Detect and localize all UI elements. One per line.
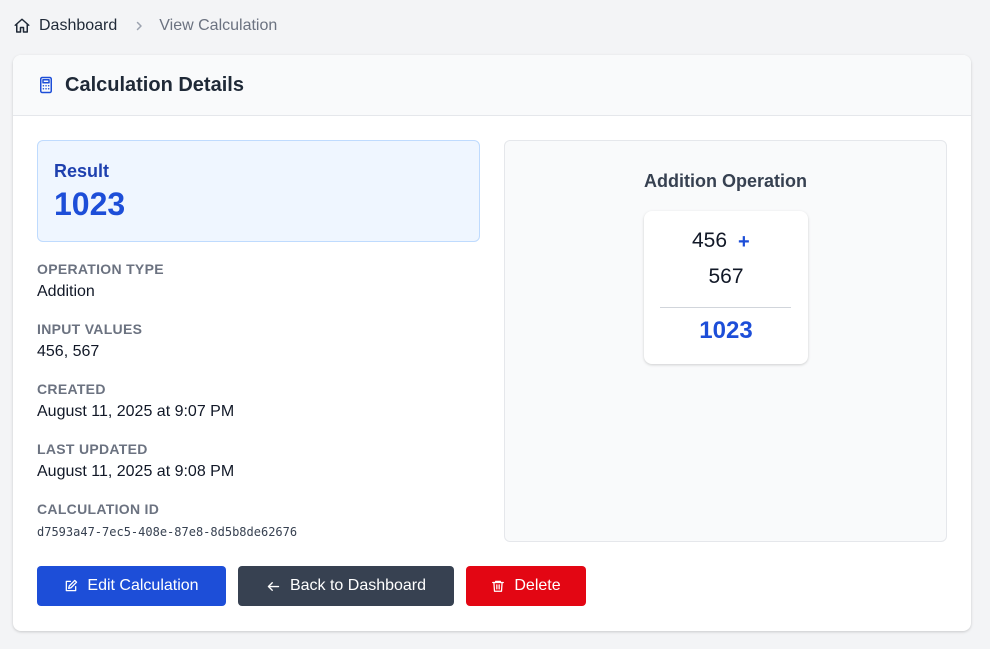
edit-icon <box>64 579 78 593</box>
operation-visualization: Addition Operation 456 + 567 1023 <box>504 140 947 542</box>
delete-button[interactable]: Delete <box>466 566 586 606</box>
field-value: August 11, 2025 at 9:08 PM <box>37 463 235 480</box>
field-created: CREATED August 11, 2025 at 9:07 PM <box>37 381 234 421</box>
edit-button-label: Edit Calculation <box>87 577 199 594</box>
page-title: Calculation Details <box>65 73 244 96</box>
visualization-result: 1023 <box>699 317 753 344</box>
field-operation-type: OPERATION TYPE Addition <box>37 261 164 301</box>
home-icon <box>13 17 31 35</box>
field-label: OPERATION TYPE <box>37 261 164 277</box>
trash-icon <box>491 579 505 593</box>
operand-2: 567 <box>708 265 744 288</box>
visualization-title: Addition Operation <box>644 171 807 191</box>
field-label: INPUT VALUES <box>37 321 143 337</box>
result-value: 1023 <box>54 186 126 222</box>
calculator-icon <box>37 76 55 94</box>
back-button-label: Back to Dashboard <box>289 577 427 594</box>
breadcrumb-home-link[interactable]: Dashboard <box>13 17 117 35</box>
field-value: d7593a47-7ec5-408e-87e8-8d5b8de62676 <box>37 525 298 539</box>
field-value: 456, 567 <box>37 343 100 360</box>
breadcrumb-current: View Calculation <box>159 17 278 34</box>
field-last-updated: LAST UPDATED August 11, 2025 at 9:08 PM <box>37 441 234 481</box>
back-to-dashboard-button[interactable]: Back to Dashboard <box>238 566 454 606</box>
field-label: LAST UPDATED <box>37 441 148 457</box>
calculation-details-card: Calculation Details Result 1023 OPERATIO… <box>13 55 971 631</box>
arrow-left-icon <box>266 579 281 594</box>
operand-1: 456 <box>692 229 728 252</box>
chevron-right-icon <box>133 20 145 32</box>
operator-symbol: + <box>738 231 750 253</box>
card-header: Calculation Details <box>13 55 971 116</box>
calculation-card: 456 + 567 1023 <box>644 211 808 364</box>
breadcrumb-home-label: Dashboard <box>39 17 118 34</box>
result-label: Result <box>54 161 110 181</box>
field-label: CREATED <box>37 381 106 397</box>
field-value: Addition <box>37 283 95 300</box>
field-calculation-id: CALCULATION ID d7593a47-7ec5-408e-87e8-8… <box>37 501 297 539</box>
delete-button-label: Delete <box>514 577 561 594</box>
field-input-values: INPUT VALUES 456, 567 <box>37 321 142 361</box>
field-label: CALCULATION ID <box>37 501 160 517</box>
breadcrumb: Dashboard View Calculation <box>13 15 277 37</box>
edit-calculation-button[interactable]: Edit Calculation <box>37 566 226 606</box>
result-box: Result 1023 <box>37 140 480 242</box>
sum-divider <box>660 307 791 308</box>
field-value: August 11, 2025 at 9:07 PM <box>37 403 235 420</box>
